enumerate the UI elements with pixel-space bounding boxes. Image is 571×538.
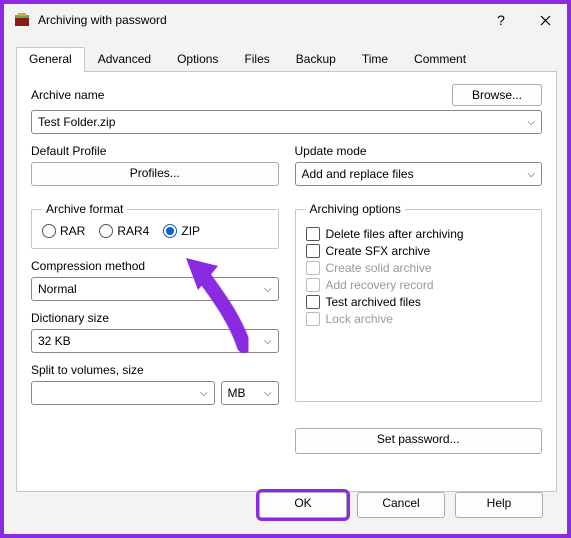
split-unit-value: MB xyxy=(228,386,246,400)
ok-button[interactable]: OK xyxy=(259,492,347,518)
archive-name-value: Test Folder.zip xyxy=(38,115,115,129)
archive-name-input[interactable]: Test Folder.zip ⌵ xyxy=(31,110,542,134)
archive-format-legend: Archive format xyxy=(42,202,127,216)
opt-sfx-checkbox[interactable]: Create SFX archive xyxy=(306,244,532,258)
tab-options[interactable]: Options xyxy=(164,47,231,72)
compression-method-label: Compression method xyxy=(31,259,279,273)
chevron-down-icon: ⌵ xyxy=(264,336,272,347)
window-title: Archiving with password xyxy=(38,13,479,27)
general-panel: Archive name Browse... Test Folder.zip ⌵… xyxy=(16,72,557,492)
format-rar-radio[interactable]: RAR xyxy=(42,224,85,238)
profiles-button[interactable]: Profiles... xyxy=(31,162,279,186)
compression-method-value: Normal xyxy=(38,282,77,296)
opt-delete-checkbox[interactable]: Delete files after archiving xyxy=(306,227,532,241)
dictionary-size-value: 32 KB xyxy=(38,334,71,348)
tab-time[interactable]: Time xyxy=(349,47,401,72)
help-button[interactable]: Help xyxy=(455,492,543,518)
dictionary-size-select[interactable]: 32 KB ⌵ xyxy=(31,329,279,353)
chevron-down-icon: ⌵ xyxy=(264,388,272,399)
compression-method-select[interactable]: Normal ⌵ xyxy=(31,277,279,301)
cancel-button[interactable]: Cancel xyxy=(357,492,445,518)
help-icon[interactable]: ? xyxy=(479,5,523,35)
close-icon[interactable] xyxy=(523,5,567,35)
format-rar4-radio[interactable]: RAR4 xyxy=(99,224,149,238)
chevron-down-icon: ⌵ xyxy=(527,117,535,128)
tab-files[interactable]: Files xyxy=(231,47,282,72)
tab-backup[interactable]: Backup xyxy=(283,47,349,72)
archive-name-label: Archive name xyxy=(31,88,104,102)
archiving-options-legend: Archiving options xyxy=(306,202,405,216)
tab-strip: General Advanced Options Files Backup Ti… xyxy=(16,46,557,72)
app-icon xyxy=(14,12,30,28)
opt-solid-checkbox: Create solid archive xyxy=(306,261,532,275)
opt-test-checkbox[interactable]: Test archived files xyxy=(306,295,532,309)
tab-advanced[interactable]: Advanced xyxy=(85,47,164,72)
default-profile-label: Default Profile xyxy=(31,144,279,158)
browse-button[interactable]: Browse... xyxy=(452,84,542,106)
set-password-button[interactable]: Set password... xyxy=(295,428,543,454)
dictionary-size-label: Dictionary size xyxy=(31,311,279,325)
tab-general[interactable]: General xyxy=(16,47,85,72)
opt-lock-checkbox: Lock archive xyxy=(306,312,532,326)
chevron-down-icon: ⌵ xyxy=(200,388,208,399)
opt-recovery-checkbox: Add recovery record xyxy=(306,278,532,292)
titlebar: Archiving with password ? xyxy=(4,4,567,36)
archiving-options-group: Archiving options Delete files after arc… xyxy=(295,202,543,402)
update-mode-select[interactable]: Add and replace files ⌵ xyxy=(295,162,543,186)
split-unit-select[interactable]: MB ⌵ xyxy=(221,381,279,405)
tab-comment[interactable]: Comment xyxy=(401,47,479,72)
update-mode-value: Add and replace files xyxy=(302,167,414,181)
chevron-down-icon: ⌵ xyxy=(264,284,272,295)
archive-format-group: Archive format RAR RAR4 ZIP xyxy=(31,202,279,249)
split-size-input[interactable]: ⌵ xyxy=(31,381,215,405)
split-volumes-label: Split to volumes, size xyxy=(31,363,279,377)
update-mode-label: Update mode xyxy=(295,144,543,158)
chevron-down-icon: ⌵ xyxy=(527,169,535,180)
format-zip-radio[interactable]: ZIP xyxy=(163,224,200,238)
